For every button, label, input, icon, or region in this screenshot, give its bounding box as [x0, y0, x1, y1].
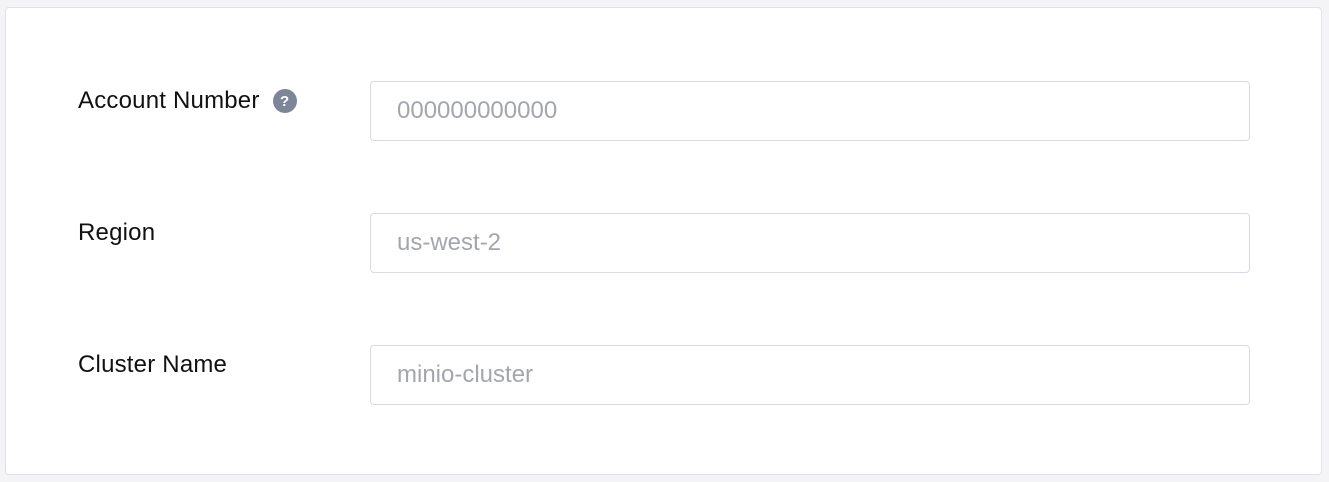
- form-card: Account Number ? Region Cluster Name: [5, 7, 1322, 475]
- cluster-name-label-group: Cluster Name: [78, 349, 227, 381]
- cluster-name-input[interactable]: [370, 345, 1250, 405]
- region-input[interactable]: [370, 213, 1250, 273]
- account-number-input[interactable]: [370, 81, 1250, 141]
- region-row: Region: [6, 213, 1321, 273]
- account-number-label: Account Number: [78, 87, 260, 114]
- help-icon[interactable]: ?: [272, 89, 297, 113]
- region-label-group: Region: [78, 217, 155, 249]
- region-label: Region: [78, 219, 156, 246]
- account-number-row: Account Number ?: [6, 81, 1321, 141]
- account-number-label-group: Account Number ?: [78, 85, 297, 117]
- cluster-name-row: Cluster Name: [6, 345, 1321, 405]
- cluster-name-label: Cluster Name: [78, 351, 228, 378]
